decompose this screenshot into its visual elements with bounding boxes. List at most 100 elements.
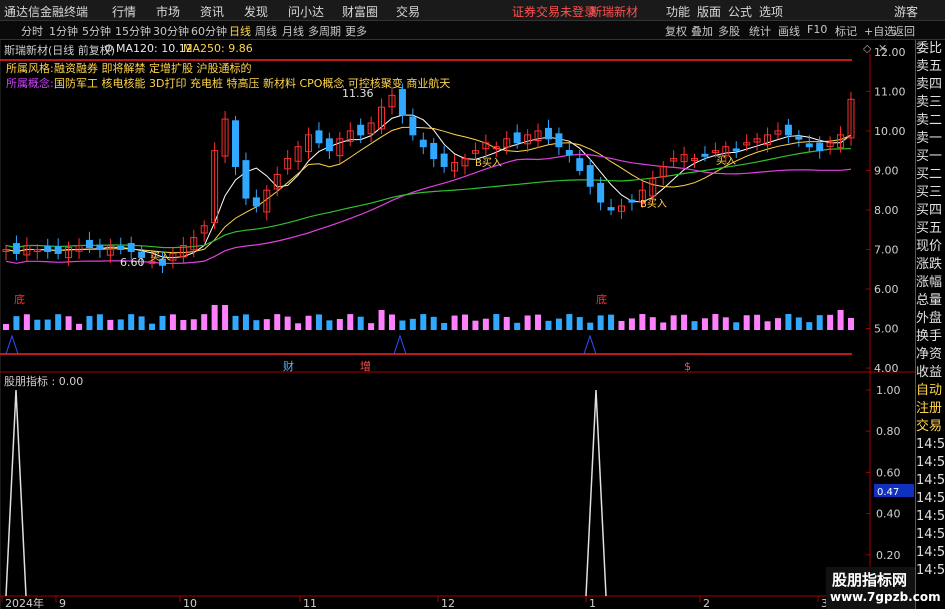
volume-bar: [660, 322, 667, 330]
tool-diejia[interactable]: 叠加: [691, 23, 713, 39]
period-30min[interactable]: 30分钟: [153, 23, 189, 39]
tool-huaxian[interactable]: 画线: [778, 23, 800, 39]
price-axis-label: 5.00: [874, 323, 899, 336]
period-weekly[interactable]: 周线: [255, 23, 277, 39]
tool-tongji[interactable]: 统计: [749, 23, 771, 39]
quote-panel-item[interactable]: 买三: [916, 184, 945, 202]
quote-panel-item[interactable]: 卖五: [916, 58, 945, 76]
menu-banmian[interactable]: 版面: [697, 3, 721, 20]
volume-bar: [190, 319, 197, 330]
quote-panel-item[interactable]: 涨幅: [916, 274, 945, 292]
tool-fanhui[interactable]: 返回: [893, 23, 915, 39]
quote-panel-item[interactable]: 买五: [916, 220, 945, 238]
tool-f10[interactable]: F10: [807, 23, 827, 36]
quote-panel-item[interactable]: 卖四: [916, 76, 945, 94]
menu-caifuquan[interactable]: 财富圈: [342, 3, 378, 20]
indicator-axis-label: 0.80: [876, 425, 901, 438]
volume-bar: [618, 320, 625, 330]
period-15min[interactable]: 15分钟: [115, 23, 151, 39]
signal-triangle: [393, 334, 407, 355]
volume-bar: [326, 320, 333, 330]
stock-name: 斯瑞新材: [590, 5, 639, 19]
quote-panel-item[interactable]: 14:56: [916, 472, 945, 490]
quote-panel-item[interactable]: 14:56: [916, 526, 945, 544]
quote-panel-item[interactable]: 14:56: [916, 436, 945, 454]
volume-bar: [806, 322, 813, 330]
candle-body: [398, 89, 406, 116]
period-fenshi[interactable]: 分时: [21, 23, 43, 39]
candle-body: [357, 124, 365, 136]
quote-panel-item[interactable]: 净资: [916, 346, 945, 364]
volume-bar: [608, 314, 615, 330]
tool-fuquan[interactable]: 复权: [665, 23, 687, 39]
quote-panel-item[interactable]: 涨跌: [916, 256, 945, 274]
indicator-axis-label: 0.60: [876, 466, 901, 479]
volume-bar: [274, 314, 281, 330]
quote-panel-item[interactable]: 卖三: [916, 94, 945, 112]
quote-panel-item[interactable]: 14:56: [916, 490, 945, 508]
menu-zixun[interactable]: 资讯: [200, 3, 224, 20]
period-1min[interactable]: 1分钟: [49, 23, 78, 39]
quote-panel-item[interactable]: 买四: [916, 202, 945, 220]
volume-bar: [128, 314, 135, 330]
volume-bar: [722, 317, 729, 330]
quote-panel-item[interactable]: 卖一: [916, 130, 945, 148]
period-monthly[interactable]: 月线: [282, 23, 304, 39]
candle-body: [440, 153, 448, 167]
volume-bar: [420, 314, 427, 330]
menu-wenxiaoda[interactable]: 问小达: [288, 3, 324, 20]
period-60min[interactable]: 60分钟: [191, 23, 227, 39]
buy-label-3: B买入: [640, 198, 667, 210]
quote-panel-item[interactable]: 交易: [916, 418, 945, 436]
login-notice[interactable]: 证券交易未登录: [512, 3, 596, 20]
menu-gongshi[interactable]: 公式: [728, 3, 752, 20]
indicator-current-value: 0.47: [877, 487, 899, 498]
volume-bar: [55, 314, 62, 330]
menu-hangqing[interactable]: 行情: [112, 3, 136, 20]
quote-panel-item[interactable]: 收益: [916, 364, 945, 382]
volume-bar: [764, 321, 771, 330]
quote-panel-item[interactable]: 换手: [916, 328, 945, 346]
guest-label[interactable]: 游客: [894, 3, 918, 20]
price-axis-label: 11.00: [874, 85, 906, 98]
signal-triangle: [583, 334, 597, 355]
period-5min[interactable]: 5分钟: [82, 23, 111, 39]
tool-biaoji[interactable]: 标记: [835, 23, 857, 39]
price-axis-label: 6.00: [874, 283, 899, 296]
ma-line-short: [5, 114, 852, 259]
quote-panel-item[interactable]: 卖二: [916, 112, 945, 130]
quote-panel-item[interactable]: 14:56: [916, 454, 945, 472]
volume-bar: [253, 320, 260, 330]
candle-body: [419, 139, 427, 148]
quote-panel-item[interactable]: 14:56: [916, 562, 945, 580]
volume-bar: [524, 315, 531, 330]
menu-shichang[interactable]: 市场: [156, 3, 180, 20]
quote-panel-item[interactable]: 自动: [916, 382, 945, 400]
menu-jiaoyi[interactable]: 交易: [396, 3, 420, 20]
period-more[interactable]: 更多: [345, 23, 367, 39]
menu-faxian[interactable]: 发现: [244, 3, 268, 20]
quote-panel-item[interactable]: 14:56: [916, 544, 945, 562]
period-daily[interactable]: 日线: [229, 23, 251, 39]
high-annotation: 11.36: [342, 87, 374, 100]
volume-bar: [357, 316, 364, 330]
candle-body: [701, 153, 709, 157]
buy-label-2: B买入: [475, 157, 502, 169]
quote-panel-item[interactable]: 外盘: [916, 310, 945, 328]
volume-bar: [86, 316, 93, 330]
quote-panel-item[interactable]: 现价: [916, 238, 945, 256]
menu-gongneng[interactable]: 功能: [666, 3, 690, 20]
volume-bar: [222, 305, 229, 330]
tool-duogu[interactable]: 多股: [718, 23, 740, 39]
quote-panel-item[interactable]: 买一: [916, 148, 945, 166]
quote-panel-item[interactable]: 委比: [916, 40, 945, 58]
quote-panel-item[interactable]: 买二: [916, 166, 945, 184]
main-chart[interactable]: 12.0011.0010.009.008.007.006.005.004.00 …: [0, 40, 915, 609]
period-multi[interactable]: 多周期: [308, 23, 341, 39]
quote-panel-item[interactable]: 注册: [916, 400, 945, 418]
quote-panel-item[interactable]: 14:56: [916, 508, 945, 526]
tool-zixuan[interactable]: +自选: [864, 23, 895, 39]
menu-xuanxiang[interactable]: 选项: [759, 3, 783, 20]
volume-bar: [816, 315, 823, 330]
quote-panel-item[interactable]: 总量: [916, 292, 945, 310]
